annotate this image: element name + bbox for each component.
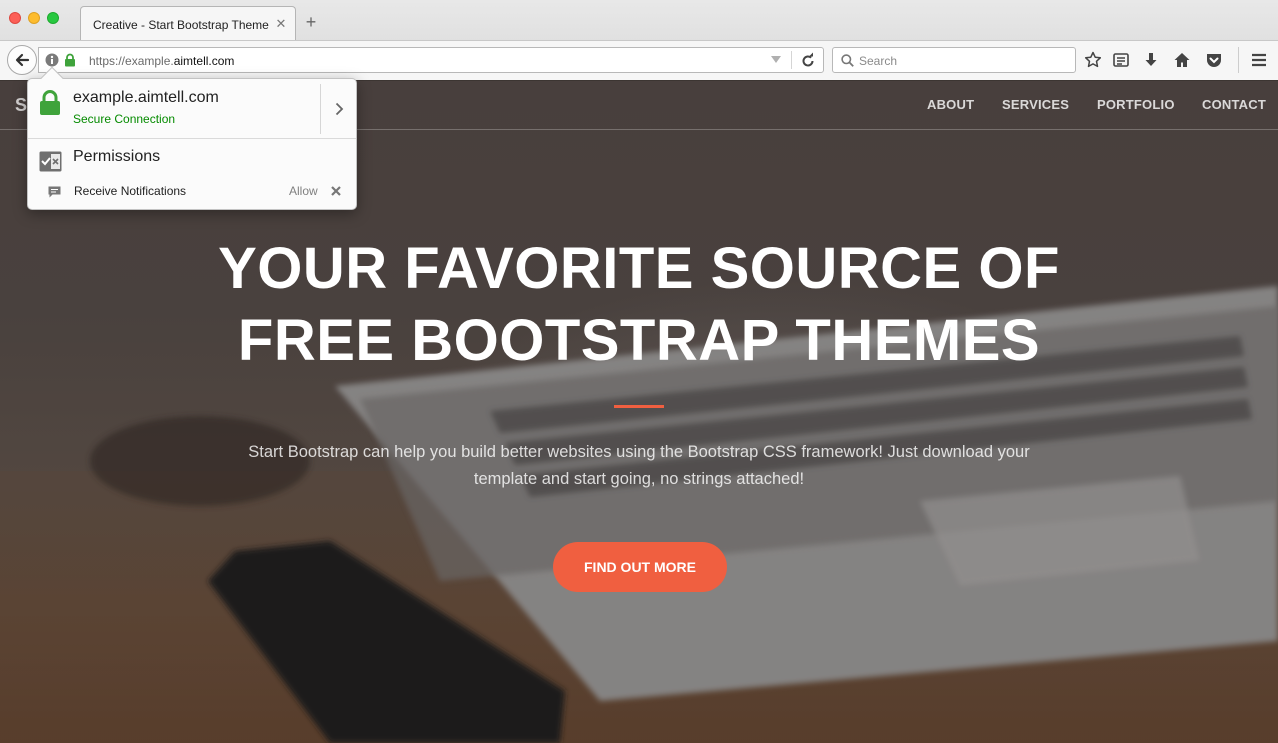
back-arrow-icon: [15, 53, 30, 67]
secure-lock-icon: [40, 90, 60, 115]
url-domain: aimtell.com: [173, 54, 235, 68]
connection-details-button[interactable]: [320, 84, 357, 134]
tab-close-icon[interactable]: ✕: [273, 16, 289, 32]
hero-title-line1: YOUR FAVORITE SOURCE OF: [218, 236, 1060, 301]
tab-title: Creative - Start Bootstrap Theme: [93, 18, 269, 32]
download-icon[interactable]: [1142, 51, 1160, 69]
permissions-title: Permissions: [73, 148, 161, 165]
tab-creative[interactable]: Creative - Start Bootstrap Theme ✕: [80, 6, 296, 40]
site-identity-popup: example.aimtell.com Secure Connection Pe…: [27, 66, 357, 210]
popup-connection-status: Secure Connection: [73, 112, 176, 126]
nav-contact[interactable]: CONTACT: [1202, 97, 1266, 112]
chevron-right-icon: [335, 102, 344, 116]
bookmark-star-icon[interactable]: [1084, 51, 1102, 69]
window-minimize-button[interactable]: [28, 12, 40, 24]
hero-title-line2: FREE BOOTSTRAP THEMES: [237, 308, 1041, 373]
url-prefix: https://example.: [89, 54, 174, 68]
toolbar-divider: [1238, 47, 1239, 73]
find-out-more-button[interactable]: FIND OUT MORE: [553, 542, 727, 592]
site-info-icon[interactable]: [45, 53, 59, 67]
permissions-icon: [39, 151, 62, 172]
search-bar[interactable]: [832, 47, 1076, 73]
new-tab-button[interactable]: +: [302, 13, 320, 31]
hero-title: YOUR FAVORITE SOURCE OF FREE BOOTSTRAP T…: [0, 233, 1278, 377]
permission-label: Receive Notifications: [74, 184, 187, 198]
reading-list-icon[interactable]: [1112, 51, 1130, 69]
popup-host: example.aimtell.com: [73, 89, 219, 106]
window-close-button[interactable]: [9, 12, 21, 24]
url-bar[interactable]: https://example.aimtell.com: [38, 47, 824, 73]
url-bar-divider: [791, 51, 792, 69]
pocket-icon[interactable]: [1205, 51, 1223, 69]
nav-portfolio[interactable]: PORTFOLIO: [1097, 97, 1175, 112]
search-input[interactable]: [859, 52, 1069, 69]
hero-subtitle: Start Bootstrap can help you build bette…: [248, 443, 1030, 488]
search-icon: [841, 54, 854, 67]
reload-icon[interactable]: [799, 52, 817, 70]
lock-icon[interactable]: [64, 53, 76, 67]
hamburger-menu-icon[interactable]: [1250, 51, 1268, 69]
browser-chrome: Creative - Start Bootstrap Theme ✕ + htt…: [0, 0, 1278, 80]
site-brand[interactable]: S: [15, 95, 27, 116]
url-text[interactable]: https://example.aimtell.com: [89, 54, 234, 68]
nav-services[interactable]: SERVICES: [1002, 97, 1069, 112]
url-dropdown-icon[interactable]: [771, 56, 781, 64]
tab-strip: Creative - Start Bootstrap Theme ✕ +: [0, 0, 1278, 40]
home-icon[interactable]: [1173, 51, 1191, 69]
nav-about[interactable]: ABOUT: [927, 97, 974, 112]
remove-permission-icon[interactable]: [330, 185, 342, 197]
permission-state: Allow: [289, 184, 318, 198]
back-button[interactable]: [7, 45, 37, 75]
notification-icon: [48, 186, 61, 198]
popup-divider: [28, 138, 356, 139]
hero-divider: [614, 405, 664, 408]
window-zoom-button[interactable]: [47, 12, 59, 24]
navigation-toolbar: https://example.aimtell.com: [0, 40, 1278, 80]
